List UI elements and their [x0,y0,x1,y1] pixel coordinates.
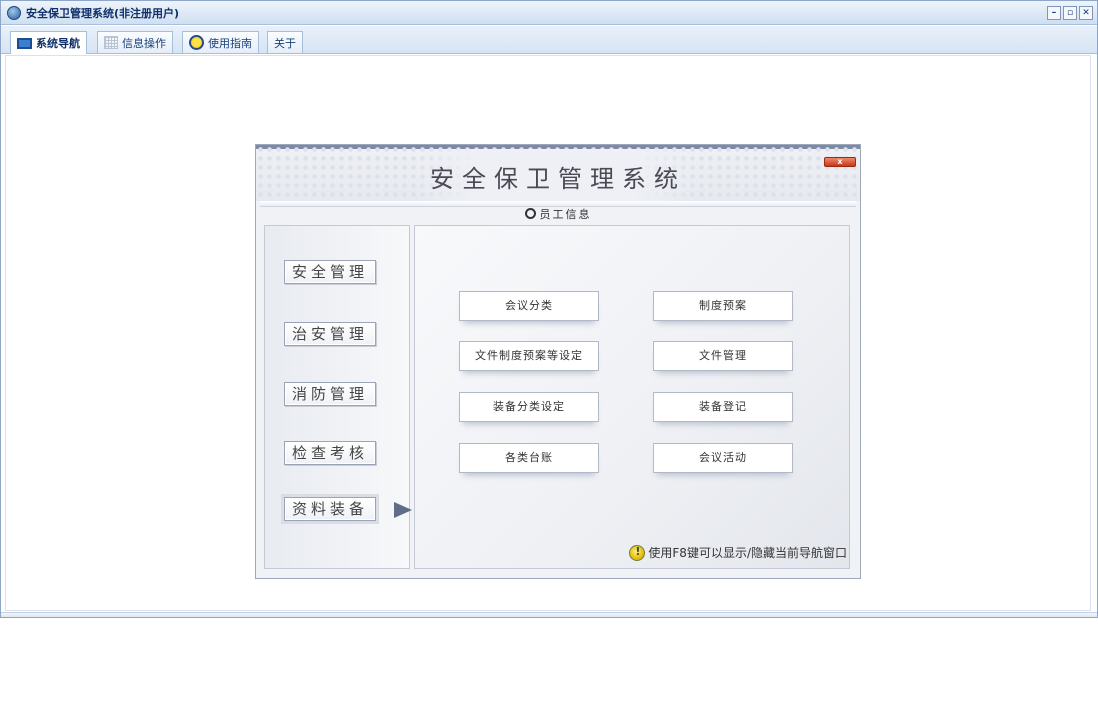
close-button[interactable]: ✕ [1079,6,1093,20]
side-item-safety[interactable]: 安全管理 [284,260,376,284]
side-item-inspection[interactable]: 检查考核 [284,441,376,465]
title-bar: 安全保卫管理系统(非注册用户) – ▫ ✕ [1,1,1097,25]
grid-icon [104,36,118,49]
monitor-icon [17,37,32,49]
tab-label: 系统导航 [36,37,80,50]
hint-label: 使用F8键可以显示/隐藏当前导航窗口 [648,546,847,560]
hint-text: 使用F8键可以显示/隐藏当前导航窗口 [629,544,847,561]
arrow-right-icon [394,502,412,518]
tab-label: 使用指南 [208,36,252,50]
tab-label: 关于 [274,36,296,50]
navigation-panel: 安全保卫管理系统 x 员工信息 安全管理 治安管理 消防管理 检查考核 资料装备… [255,144,861,579]
tab-info-ops[interactable]: 信息操作 [97,31,173,53]
side-item-fire[interactable]: 消防管理 [284,382,376,406]
policy-plan-button[interactable]: 制度预案 [653,291,793,321]
nav-close-button[interactable]: x [824,157,856,167]
tab-about[interactable]: 关于 [267,31,303,53]
window-controls: – ▫ ✕ [1047,6,1093,20]
app-logo-icon [7,5,21,20]
tab-label: 信息操作 [122,36,166,50]
tab-bar: 系统导航 信息操作 使用指南 关于 [1,26,1097,54]
equipment-category-button[interactable]: 装备分类设定 [459,392,599,422]
guide-icon [189,35,204,50]
window-title: 安全保卫管理系统(非注册用户) [26,6,180,20]
restore-button[interactable]: ▫ [1063,6,1077,20]
function-panel: 会议分类 制度预案 文件制度预案等设定 文件管理 装备分类设定 装备登记 各类台… [414,225,850,569]
circle-icon [524,208,536,219]
side-item-equipment[interactable]: 资料装备 [284,497,376,521]
tab-user-guide[interactable]: 使用指南 [182,31,259,53]
hint-bulb-icon [629,544,646,561]
meeting-category-button[interactable]: 会议分类 [459,291,599,321]
minimize-button[interactable]: – [1047,6,1061,20]
meeting-activity-button[interactable]: 会议活动 [653,443,793,473]
document-policy-settings-button[interactable]: 文件制度预案等设定 [459,341,599,371]
side-menu: 安全管理 治安管理 消防管理 检查考核 资料装备 [264,225,412,569]
nav-title: 安全保卫管理系统 [430,165,686,193]
document-management-button[interactable]: 文件管理 [653,341,793,371]
equipment-register-button[interactable]: 装备登记 [653,392,793,422]
tab-system-nav[interactable]: 系统导航 [10,31,87,54]
sub-heading: 员工信息 [256,206,860,224]
status-bar [1,612,1097,617]
side-item-security[interactable]: 治安管理 [284,322,376,346]
ledgers-button[interactable]: 各类台账 [459,443,599,473]
sub-heading-label: 员工信息 [539,208,592,221]
